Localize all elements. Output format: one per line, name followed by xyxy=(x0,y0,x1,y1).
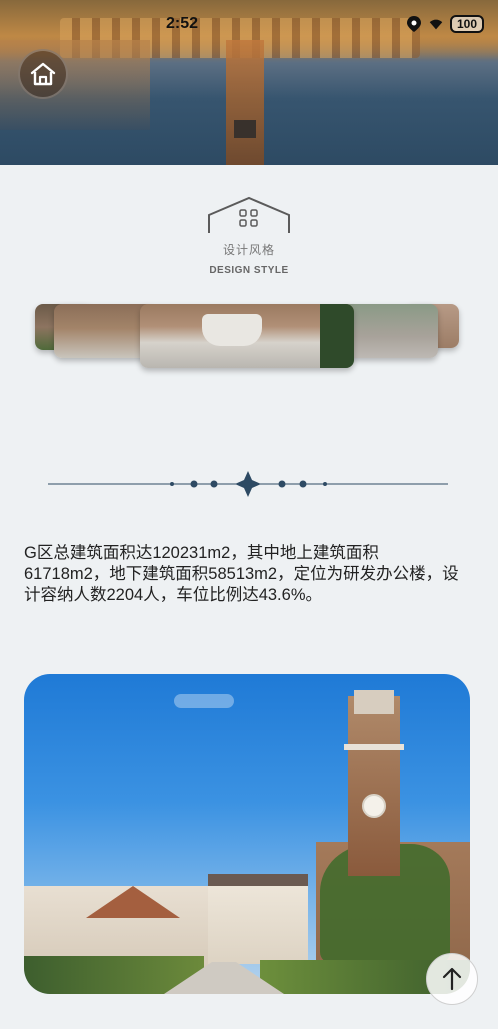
house-outline-icon xyxy=(208,196,290,233)
battery-indicator: 100 xyxy=(450,15,484,33)
carousel-image-active[interactable] xyxy=(140,304,354,368)
scroll-to-top-button[interactable] xyxy=(426,953,478,1005)
campus-photo xyxy=(24,674,470,994)
arrow-up-icon xyxy=(442,967,462,991)
center-building xyxy=(208,874,308,964)
ornament-divider xyxy=(48,471,448,497)
status-icons: 100 xyxy=(406,15,484,33)
carousel-image[interactable] xyxy=(342,304,438,358)
section-subtitle: DESIGN STYLE xyxy=(209,265,289,276)
status-time: 2:52 xyxy=(166,15,199,32)
location-icon xyxy=(406,16,422,32)
trees xyxy=(320,304,354,368)
section-header: 设计风格 DESIGN STYLE xyxy=(199,195,299,280)
wifi-icon xyxy=(428,16,444,32)
clock-face xyxy=(362,794,386,818)
home-button[interactable] xyxy=(18,49,68,99)
image-carousel[interactable] xyxy=(0,300,498,372)
home-icon xyxy=(30,62,56,86)
clock-tower xyxy=(344,690,404,876)
section-title: 设计风格 xyxy=(222,243,275,257)
fountain xyxy=(202,314,262,346)
carousel-image[interactable] xyxy=(54,304,154,358)
status-bar: 2:52 100 xyxy=(0,10,498,40)
hero-tower-reflection xyxy=(226,40,264,165)
cloud xyxy=(174,694,234,708)
description-text: G区总建筑面积达120231m2，其中地上建筑面积61718m2，地下建筑面积5… xyxy=(24,544,459,604)
